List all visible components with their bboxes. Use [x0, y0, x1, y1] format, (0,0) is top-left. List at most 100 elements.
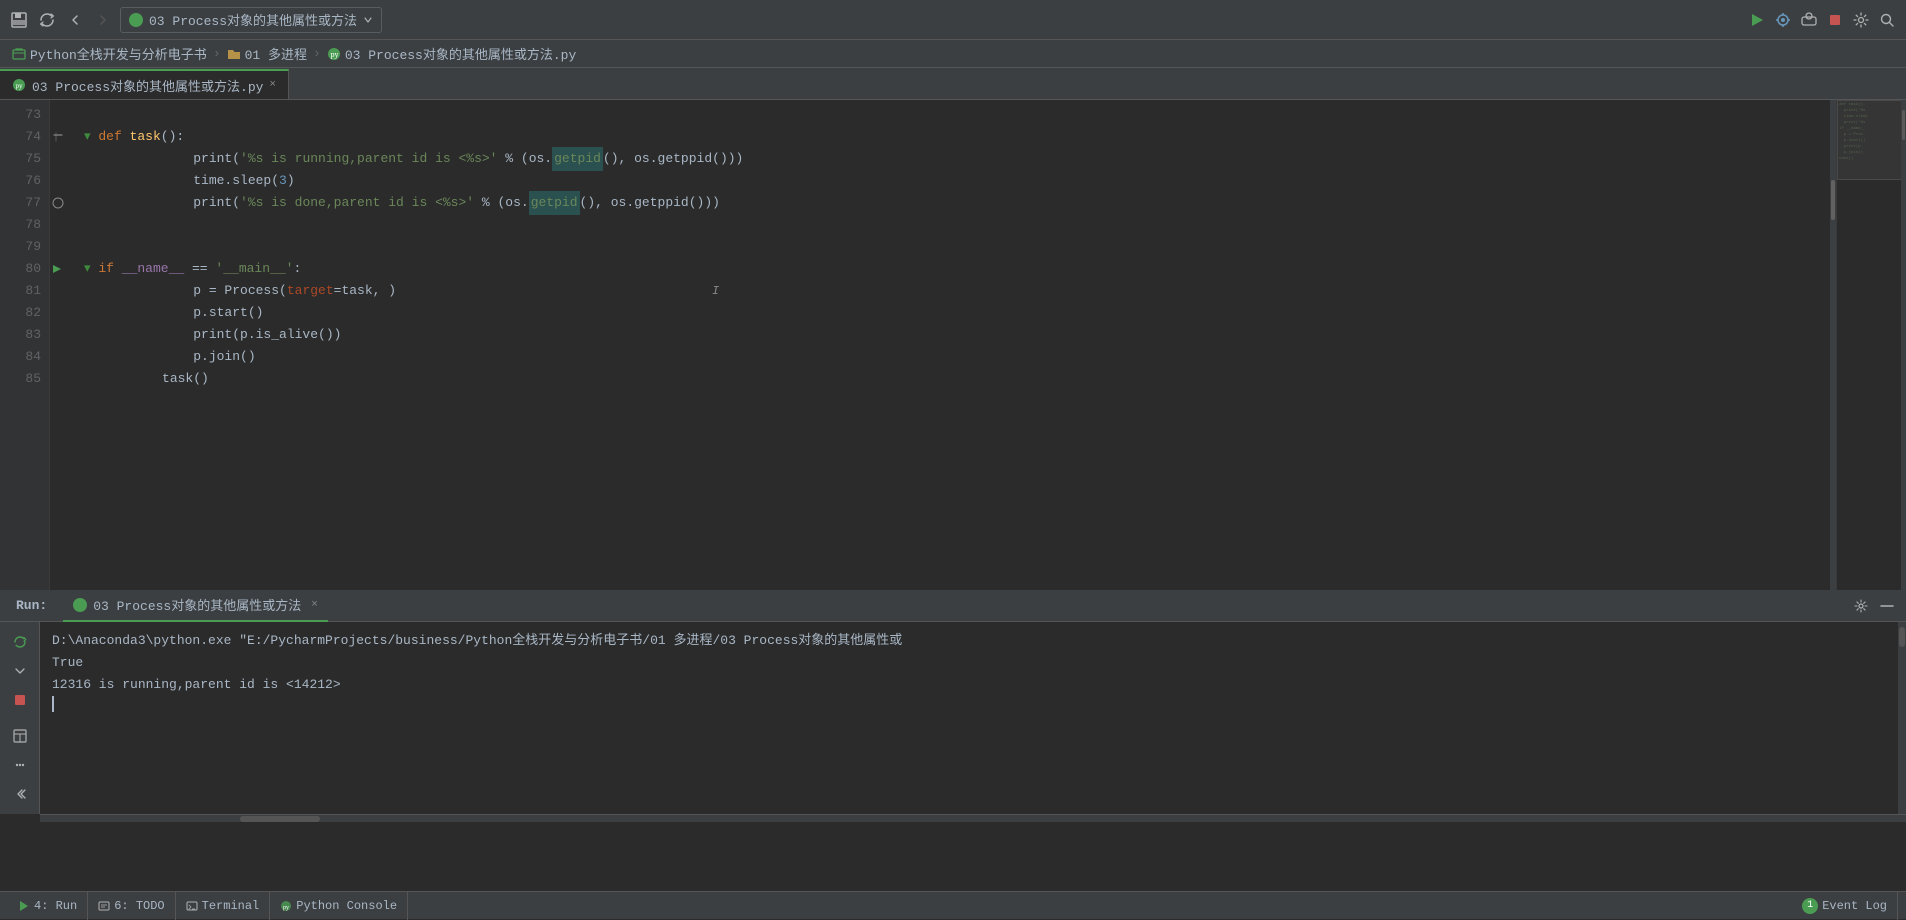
- folder-icon: [227, 47, 241, 61]
- run-settings-icon[interactable]: [1850, 595, 1872, 617]
- breadcrumb-sep2: ›: [313, 46, 321, 61]
- svg-text:py: py: [283, 905, 289, 911]
- code-line-73: [84, 104, 1818, 126]
- coverage-icon[interactable]: [1798, 9, 1820, 31]
- forward-icon[interactable]: [92, 9, 114, 31]
- status-run-label: 4: Run: [34, 899, 77, 913]
- run-panel-body: D:\Anaconda3\python.exe "E:/PycharmProje…: [0, 622, 1906, 814]
- run-output-scrollbar[interactable]: [1898, 622, 1906, 814]
- gutter: [50, 100, 72, 590]
- run-h-scrollbar-thumb: [240, 816, 320, 822]
- code-editor[interactable]: ▾ def task(): print('%s is running,paren…: [72, 100, 1830, 590]
- status-terminal[interactable]: Terminal: [176, 892, 271, 920]
- code-line-75: print('%s is running,parent id is <%s>' …: [84, 148, 1818, 170]
- stop-run-icon[interactable]: [8, 689, 32, 712]
- line-num-81: 81: [8, 280, 41, 302]
- minimap-scrollbar: [1901, 100, 1906, 590]
- project-icon: [12, 47, 26, 61]
- editor-area: 73 74 75 76 77 78 79 80 81 82 83 84 85: [0, 100, 1906, 590]
- tab-close-button[interactable]: ×: [269, 79, 276, 91]
- status-python-console[interactable]: py Python Console: [270, 892, 408, 920]
- sync-icon[interactable]: [36, 9, 58, 31]
- editor-tab[interactable]: py 03 Process对象的其他属性或方法.py ×: [0, 69, 289, 99]
- scrollbar-thumb: [1831, 180, 1835, 220]
- line-num-78: 78: [8, 214, 41, 236]
- gutter-80[interactable]: [52, 258, 70, 280]
- gutter-83: [52, 324, 70, 346]
- status-todo-label: 6: TODO: [114, 899, 164, 913]
- run-output-cursor-line: [52, 696, 1886, 712]
- run-output: D:\Anaconda3\python.exe "E:/PycharmProje…: [40, 622, 1898, 814]
- gutter-84: [52, 346, 70, 368]
- run-tab-label: 03 Process对象的其他属性或方法: [93, 595, 301, 614]
- tab-bar: py 03 Process对象的其他属性或方法.py ×: [0, 68, 1906, 100]
- run-tab-close[interactable]: ×: [311, 599, 318, 611]
- run-tab[interactable]: 03 Process对象的其他属性或方法 ×: [63, 590, 328, 622]
- status-python-icon: py: [280, 900, 292, 912]
- code-line-82: p.start(): [84, 302, 1818, 324]
- line-num-83: 83: [8, 324, 41, 346]
- status-run-icon: [18, 900, 30, 912]
- expand-left-icon[interactable]: [8, 783, 32, 806]
- code-line-74: ▾ def task():: [84, 126, 1818, 148]
- status-terminal-icon: [186, 900, 198, 912]
- gutter-74: [52, 126, 70, 148]
- status-event-log[interactable]: 1 Event Log: [1792, 892, 1898, 920]
- run-configuration[interactable]: 03 Process对象的其他属性或方法: [120, 7, 382, 33]
- run-horizontal-scrollbar[interactable]: [40, 814, 1906, 822]
- breadcrumb-sep1: ›: [213, 46, 221, 61]
- status-event-log-label: Event Log: [1822, 899, 1887, 913]
- code-line-84: p.join(): [84, 346, 1818, 368]
- breadcrumb: Python全栈开发与分析电子书 › 01 多进程 › py 03 Proces…: [0, 40, 1906, 68]
- status-run[interactable]: 4: Run: [8, 892, 88, 920]
- breadcrumb-project[interactable]: Python全栈开发与分析电子书: [30, 44, 207, 63]
- layout-icon[interactable]: [8, 724, 32, 747]
- breadcrumb-file[interactable]: 03 Process对象的其他属性或方法.py: [345, 44, 576, 63]
- gutter-77: [52, 192, 70, 214]
- debug-icon[interactable]: [1772, 9, 1794, 31]
- run-scrollbar-thumb: [1899, 627, 1905, 647]
- run-icon[interactable]: [1746, 9, 1768, 31]
- run-config-icon: [129, 13, 143, 27]
- run-tab-icon: [73, 598, 87, 612]
- svg-text:py: py: [16, 82, 24, 90]
- rerun-icon[interactable]: [8, 630, 32, 653]
- line-num-85: 85: [8, 368, 41, 390]
- line-num-73: 73: [8, 104, 41, 126]
- run-gutter-icon-80[interactable]: [52, 264, 62, 274]
- status-todo[interactable]: 6: TODO: [88, 892, 175, 920]
- run-panel-right-icons: [1850, 595, 1898, 617]
- run-panel: Run: 03 Process对象的其他属性或方法 ×: [0, 590, 1906, 822]
- event-log-badge: 1: [1802, 898, 1818, 914]
- search-icon[interactable]: [1876, 9, 1898, 31]
- gutter-85: [52, 368, 70, 390]
- bookmark-icon-77: [52, 197, 64, 209]
- code-line-79: [84, 236, 1818, 258]
- minimap-scrollbar-thumb: [1902, 110, 1905, 140]
- save-icon[interactable]: [8, 9, 30, 31]
- run-panel-header: Run: 03 Process对象的其他属性或方法 ×: [0, 590, 1906, 622]
- line-num-76: 76: [8, 170, 41, 192]
- toolbar: 03 Process对象的其他属性或方法: [0, 0, 1906, 40]
- line-num-74: 74: [8, 126, 41, 148]
- run-sidebar: [0, 622, 40, 814]
- run-output-line-3: 12316 is running,parent id is <14212>: [52, 674, 1886, 696]
- breadcrumb-folder[interactable]: 01 多进程: [245, 44, 307, 63]
- run-minimize-icon[interactable]: [1876, 595, 1898, 617]
- code-line-83: print(p.is_alive()): [84, 324, 1818, 346]
- more-icon[interactable]: [8, 753, 32, 776]
- stop-icon[interactable]: [1824, 9, 1846, 31]
- code-line-80: ▾ if __name__ == '__main__':: [84, 258, 1818, 280]
- run-label: Run:: [8, 598, 55, 613]
- status-terminal-label: Terminal: [202, 899, 260, 913]
- code-line-81: p = Process(target=task, ) I: [84, 280, 1818, 302]
- fold-icon-74[interactable]: [52, 131, 64, 143]
- scroll-down-icon[interactable]: [8, 659, 32, 682]
- code-line-85: task(): [84, 368, 1818, 390]
- run-output-line-1: D:\Anaconda3\python.exe "E:/PycharmProje…: [52, 630, 1886, 652]
- back-icon[interactable]: [64, 9, 86, 31]
- settings-icon[interactable]: [1850, 9, 1872, 31]
- text-cursor: [52, 696, 54, 712]
- gutter-82: [52, 302, 70, 324]
- line-num-77: 77: [8, 192, 41, 214]
